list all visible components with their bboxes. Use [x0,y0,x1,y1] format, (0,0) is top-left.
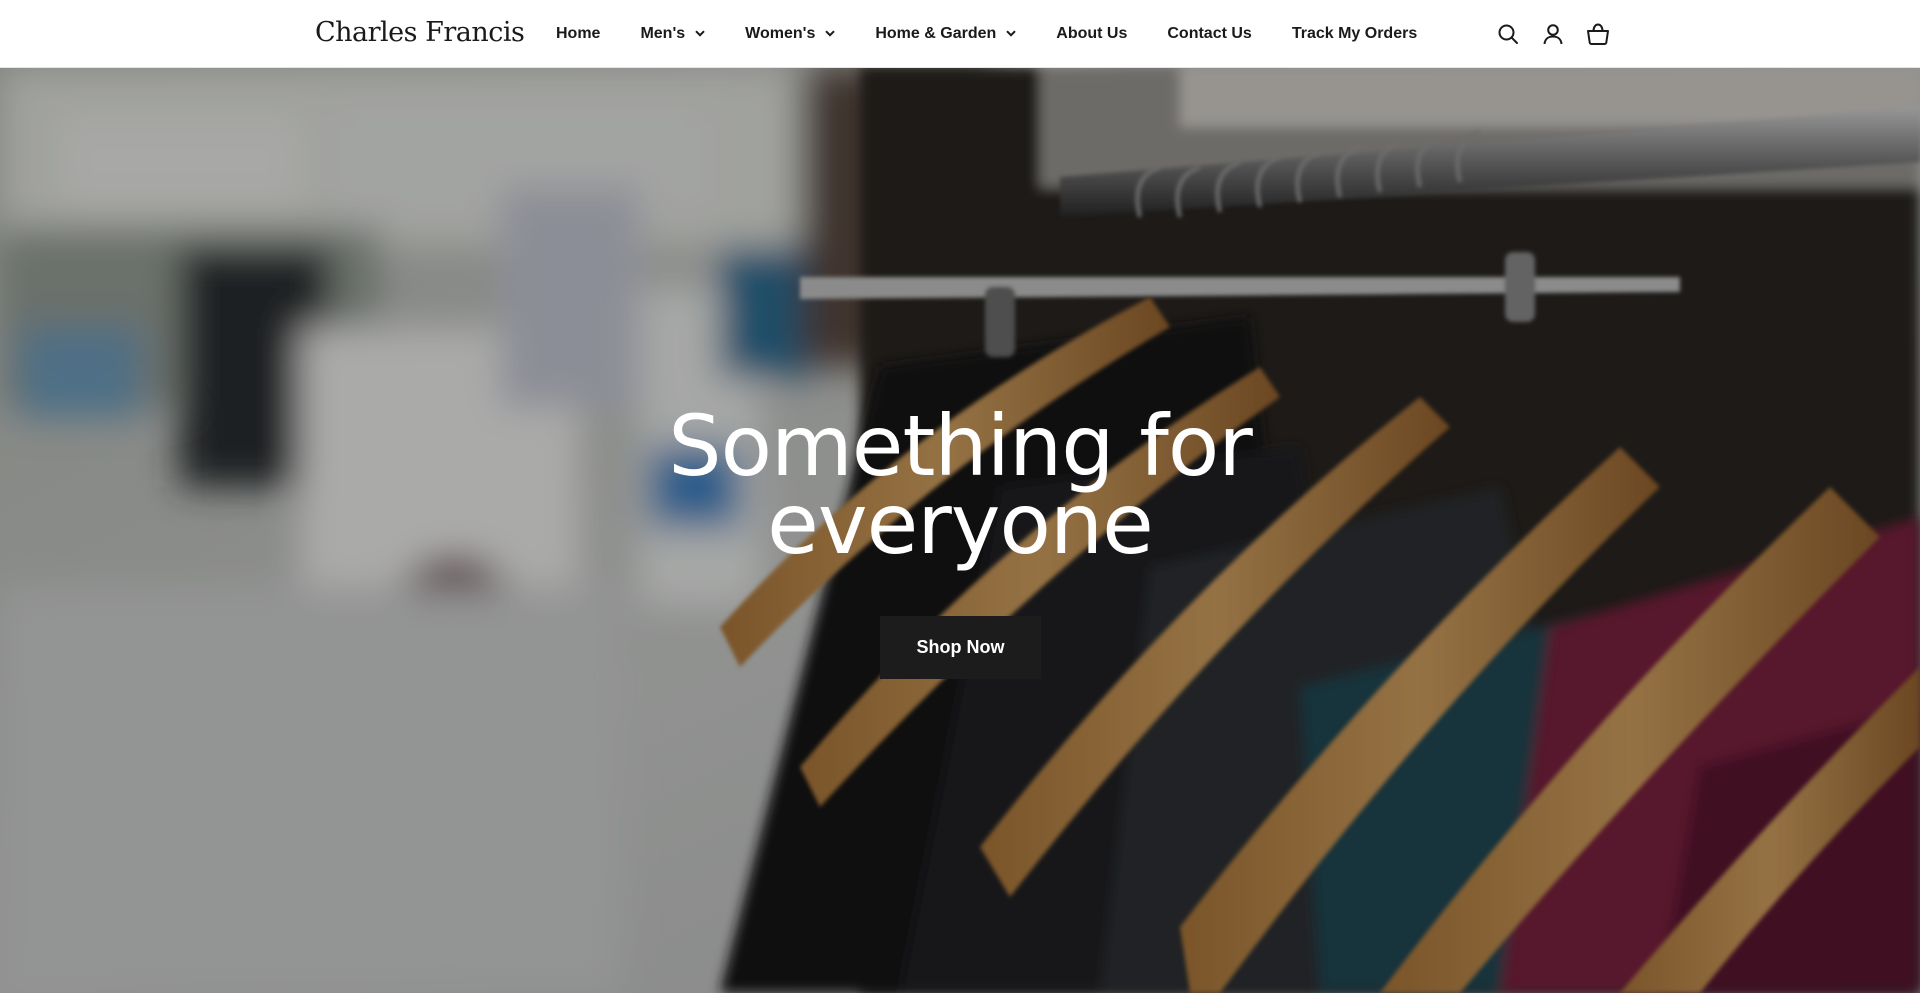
nav-item-contact-us[interactable]: Contact Us [1167,25,1251,43]
nav-item-track-orders[interactable]: Track My Orders [1292,25,1417,43]
nav-item-mens[interactable]: Men's [640,25,705,43]
nav-item-label: Home & Garden [875,24,997,42]
cart-icon[interactable] [1586,22,1610,46]
nav-item-label: About Us [1056,24,1128,42]
nav-item-home-garden[interactable]: Home & Garden [875,25,1016,43]
site-header: Charles Francis Home Men's Women's Home … [0,0,1920,68]
nav-item-label: Track My Orders [1291,24,1418,42]
chevron-down-icon [825,30,836,37]
nav-item-about-us[interactable]: About Us [1056,25,1127,43]
nav-item-womens[interactable]: Women's [745,24,836,43]
shop-now-button[interactable]: Shop Now [880,616,1041,679]
hero-title-line-2: everyone [767,475,1154,573]
page: Charles Francis Home Men's Women's Home … [0,0,1920,993]
hero-banner: Something for everyone Shop Now [0,67,1920,993]
hero-title: Something for everyone [560,404,1360,566]
chevron-down-icon [695,30,705,37]
chevron-down-icon [1006,30,1016,37]
nav-item-label: Home [556,24,601,42]
nav-item-label: Women's [745,24,816,42]
nav-item-label: Contact Us [1167,24,1252,42]
header-actions [1475,0,1610,67]
nav-item-home[interactable]: Home [556,25,600,43]
main-nav: Home Men's Women's Home & Garden About U… [556,0,1457,67]
account-icon[interactable] [1541,22,1565,46]
search-icon[interactable] [1496,22,1520,46]
site-logo[interactable]: Charles Francis [315,16,525,50]
nav-item-label: Men's [640,24,686,42]
